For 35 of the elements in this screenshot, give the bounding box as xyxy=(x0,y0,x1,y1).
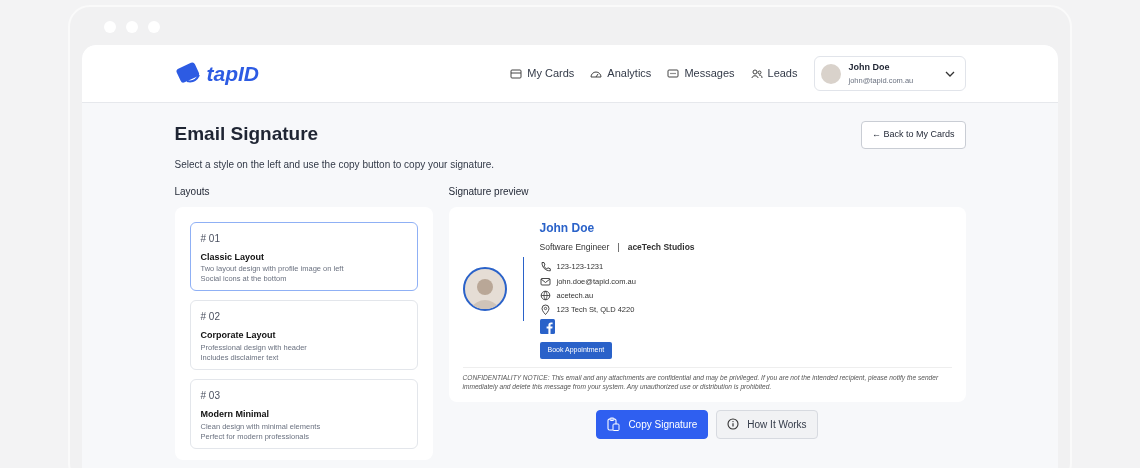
nav-link[interactable]: Leads xyxy=(750,65,798,82)
nav-link[interactable]: Analytics xyxy=(590,65,652,82)
chevron-down-icon xyxy=(944,70,955,77)
section-heading: Layouts xyxy=(174,184,211,199)
globe-icon xyxy=(539,289,551,301)
layout-title: Corporate Layout xyxy=(200,329,277,343)
back-button[interactable]: ← Back to My Cards xyxy=(860,121,966,149)
avatar-icon xyxy=(820,63,841,84)
separator: | xyxy=(617,240,620,254)
brand-name[interactable]: tapID xyxy=(206,57,259,90)
card-icon xyxy=(510,67,523,80)
clipboard-icon xyxy=(607,417,621,432)
company-name: aceTech Studios xyxy=(627,240,695,254)
layout-number: # 02 xyxy=(200,310,221,325)
section-heading: Signature preview xyxy=(448,184,530,199)
layout-title: Modern Minimal xyxy=(200,408,270,421)
people-icon xyxy=(750,67,763,80)
nav-link[interactable]: My Cards xyxy=(510,65,575,82)
layout-number: # 03 xyxy=(200,389,221,403)
chat-icon xyxy=(667,67,680,80)
facebook-icon[interactable] xyxy=(539,319,555,335)
layout-title: Classic Layout xyxy=(200,250,266,264)
page-subtitle: Select a style on the left and use the copy button to copy your signature. xyxy=(174,157,496,172)
copy-signature-button[interactable]: Copy Signature xyxy=(596,409,709,439)
job-title: Software Engineer xyxy=(539,240,610,254)
phone-icon xyxy=(539,261,551,273)
user-name: John Doe xyxy=(848,61,891,75)
layout-number: # 01 xyxy=(200,231,221,246)
how-it-works-button[interactable]: How It Works xyxy=(716,409,818,439)
map-pin-icon xyxy=(539,304,551,316)
signature-name: John Doe xyxy=(539,219,596,237)
envelope-icon xyxy=(539,275,551,287)
nav-link[interactable]: Messages xyxy=(667,65,735,82)
info-icon xyxy=(727,418,740,431)
page-title: Email Signature xyxy=(174,123,319,147)
